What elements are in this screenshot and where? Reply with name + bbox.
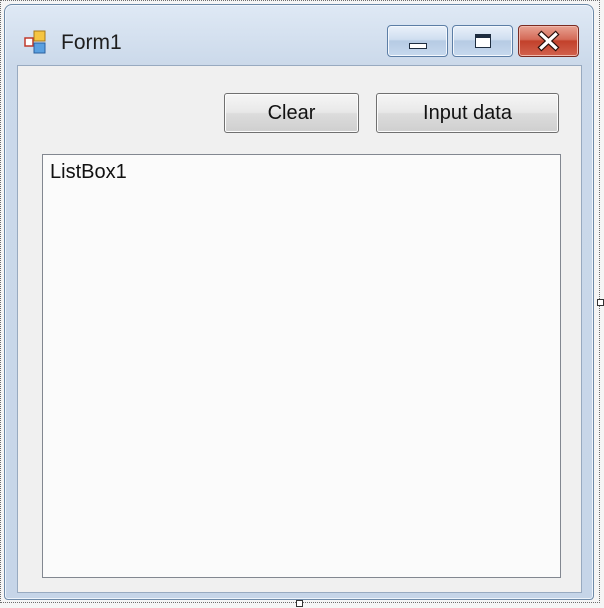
title-bar[interactable]: Form1 [5,5,593,65]
resize-grip-bottom[interactable] [296,600,303,607]
maximize-button[interactable] [452,25,513,57]
resize-grip-right[interactable] [597,299,604,306]
window-title: Form1 [61,31,122,54]
form-client-area: Clear Input data ListBox1 [17,65,582,593]
close-button[interactable] [518,25,579,57]
minimize-button[interactable] [387,25,448,57]
form-app-icon [24,30,46,54]
clear-button[interactable]: Clear [224,93,359,133]
form-window: Form1 Clear Input data ListBox1 [4,4,594,600]
close-icon [537,30,560,52]
input-data-button[interactable]: Input data [376,93,559,133]
minimize-icon [409,43,427,49]
maximize-icon [475,34,491,48]
list-item[interactable]: ListBox1 [50,161,127,184]
listbox[interactable]: ListBox1 [42,154,561,578]
